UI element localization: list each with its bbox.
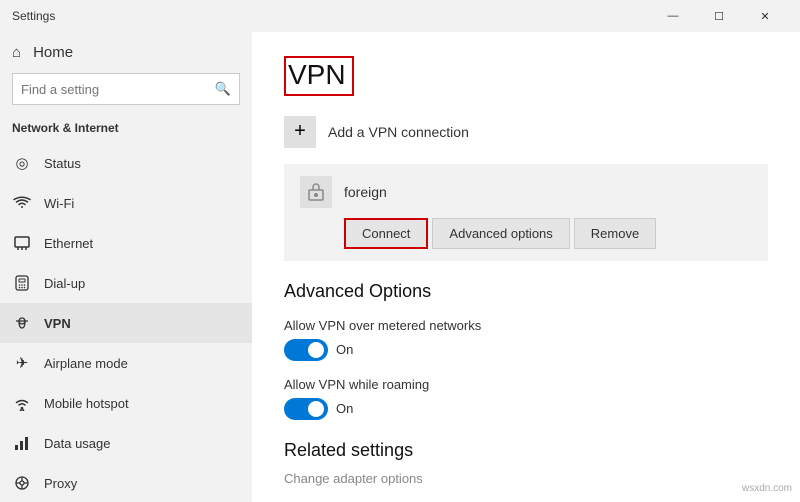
vpn-icon <box>12 313 32 333</box>
titlebar-controls: — ☐ ✕ <box>650 0 788 32</box>
metered-state: On <box>336 342 353 357</box>
sidebar-item-proxy[interactable]: Proxy <box>0 463 252 502</box>
sidebar-item-label: Proxy <box>44 476 77 491</box>
sidebar-item-hotspot[interactable]: Mobile hotspot <box>0 383 252 423</box>
sidebar-item-datausage[interactable]: Data usage <box>0 423 252 463</box>
related-settings-section: Related settings Change adapter options <box>284 440 768 486</box>
search-icon: 🔍 <box>207 81 239 97</box>
vpn-connection-icon <box>300 176 332 208</box>
ethernet-icon <box>12 233 32 253</box>
sidebar-section-title: Network & Internet <box>0 117 252 143</box>
watermark: wsxdn.com <box>742 483 792 494</box>
sidebar-item-wifi[interactable]: Wi-Fi <box>0 183 252 223</box>
metered-label: Allow VPN over metered networks <box>284 318 768 333</box>
titlebar-title: Settings <box>12 9 55 23</box>
app-body: ⌂ Home 🔍 Network & Internet ◎ Status Wi-… <box>0 32 800 502</box>
sidebar-item-vpn[interactable]: VPN <box>0 303 252 343</box>
sidebar-item-label: Data usage <box>44 436 111 451</box>
vpn-connection-name: foreign <box>344 184 387 200</box>
search-input[interactable] <box>13 82 207 97</box>
metered-toggle[interactable] <box>284 339 328 361</box>
add-vpn-row[interactable]: + Add a VPN connection <box>284 116 768 148</box>
roaming-toggle-control: On <box>284 398 768 420</box>
page-title: VPN <box>284 56 354 96</box>
metered-toggle-row: Allow VPN over metered networks On <box>284 318 768 361</box>
datausage-icon <box>12 433 32 453</box>
roaming-state: On <box>336 401 353 416</box>
connect-button[interactable]: Connect <box>344 218 428 249</box>
vpn-card-buttons: Connect Advanced options Remove <box>300 218 752 249</box>
change-adapter-link[interactable]: Change adapter options <box>284 471 768 486</box>
sidebar-item-label: Ethernet <box>44 236 93 251</box>
sidebar-item-ethernet[interactable]: Ethernet <box>0 223 252 263</box>
sidebar-item-status[interactable]: ◎ Status <box>0 143 252 183</box>
metered-toggle-control: On <box>284 339 768 361</box>
advanced-options-button[interactable]: Advanced options <box>432 218 569 249</box>
advanced-options-section: Advanced Options Allow VPN over metered … <box>284 281 768 420</box>
remove-button[interactable]: Remove <box>574 218 656 249</box>
minimize-button[interactable]: — <box>650 0 696 32</box>
sidebar-item-home[interactable]: ⌂ Home <box>0 36 252 69</box>
airplane-icon: ✈ <box>12 353 32 373</box>
titlebar: Settings — ☐ ✕ <box>0 0 800 32</box>
vpn-card-top: foreign <box>300 176 752 208</box>
sidebar-item-label: Dial-up <box>44 276 85 291</box>
roaming-toggle[interactable] <box>284 398 328 420</box>
main-panel: VPN + Add a VPN connection foreign Conne… <box>252 32 800 502</box>
proxy-icon <box>12 473 32 493</box>
close-button[interactable]: ✕ <box>742 0 788 32</box>
home-icon: ⌂ <box>12 44 21 61</box>
sidebar: ⌂ Home 🔍 Network & Internet ◎ Status Wi-… <box>0 32 252 502</box>
status-icon: ◎ <box>12 153 32 173</box>
sidebar-item-label: Status <box>44 156 81 171</box>
related-settings-title: Related settings <box>284 440 768 461</box>
sidebar-item-label: Wi-Fi <box>44 196 74 211</box>
maximize-button[interactable]: ☐ <box>696 0 742 32</box>
sidebar-item-label: Mobile hotspot <box>44 396 129 411</box>
vpn-card: foreign Connect Advanced options Remove <box>284 164 768 261</box>
roaming-toggle-row: Allow VPN while roaming On <box>284 377 768 420</box>
dialup-icon <box>12 273 32 293</box>
add-vpn-label: Add a VPN connection <box>328 124 469 140</box>
search-box[interactable]: 🔍 <box>12 73 240 105</box>
advanced-options-title: Advanced Options <box>284 281 768 302</box>
add-vpn-button[interactable]: + <box>284 116 316 148</box>
hotspot-icon <box>12 393 32 413</box>
sidebar-item-airplane[interactable]: ✈ Airplane mode <box>0 343 252 383</box>
wifi-icon <box>12 193 32 213</box>
sidebar-item-dialup[interactable]: Dial-up <box>0 263 252 303</box>
sidebar-item-label: Airplane mode <box>44 356 128 371</box>
sidebar-home-label: Home <box>33 44 73 61</box>
sidebar-item-label: VPN <box>44 316 71 331</box>
roaming-label: Allow VPN while roaming <box>284 377 768 392</box>
